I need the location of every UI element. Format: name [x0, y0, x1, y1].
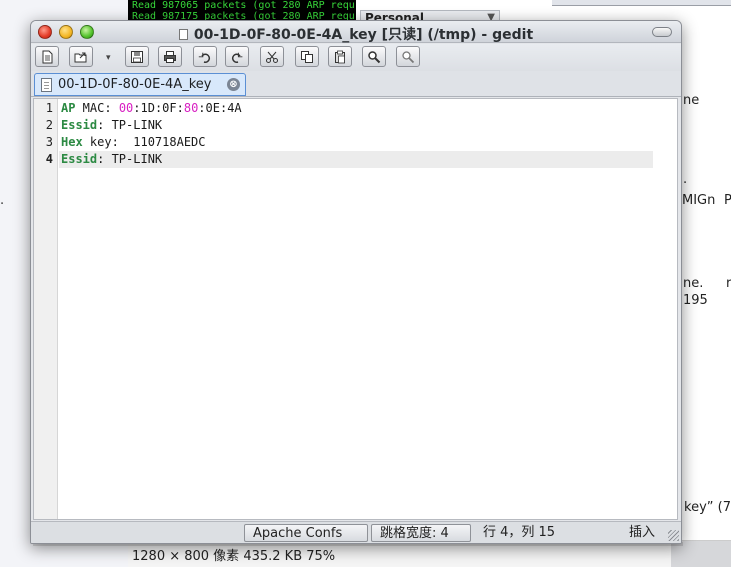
- keyword-token: Essid: [61, 152, 98, 166]
- background-topbar: [552, 0, 731, 6]
- paste-icon: [335, 50, 345, 64]
- language-selector[interactable]: Apache Confs: [244, 524, 368, 542]
- tab-width-selector[interactable]: 跳格宽度: 4: [371, 524, 471, 542]
- keyword-token: Essid: [61, 118, 98, 132]
- replace-button[interactable]: [396, 46, 420, 67]
- keyword-token: Hex: [61, 135, 83, 149]
- code-line[interactable]: AP MAC: 00:1D:0F:80:0E:4A: [59, 100, 677, 117]
- text-token: MAC:: [75, 101, 119, 115]
- code-area[interactable]: AP MAC: 00:1D:0F:80:0E:4A Essid: TP-LINK…: [59, 99, 677, 519]
- code-line[interactable]: Hex key: 110718AEDC: [59, 134, 677, 151]
- chevron-down-icon[interactable]: ▾: [106, 53, 111, 63]
- toolbar-toggle-button[interactable]: [652, 27, 672, 37]
- number-token: 80: [183, 101, 199, 115]
- background-terminal: Read 987065 packets (got 280 ARP requ Re…: [128, 0, 356, 22]
- background-text-fragment: 195: [683, 293, 708, 308]
- text-token: :0E:4A: [198, 101, 242, 115]
- print-icon: [164, 51, 176, 63]
- background-text-fragment: MIGn: [682, 193, 716, 208]
- background-text-fragment: key” (7: [684, 500, 731, 515]
- line-number: 1: [45, 101, 53, 115]
- new-document-button[interactable]: [35, 46, 59, 67]
- text-token: : TP-LINK: [97, 152, 163, 166]
- save-button[interactable]: [125, 46, 149, 67]
- redo-button[interactable]: [225, 46, 249, 67]
- toolbar: ▾: [31, 44, 681, 71]
- keyword-token: AP: [61, 101, 76, 115]
- number-token: 00: [118, 101, 134, 115]
- new-document-icon: [42, 50, 53, 64]
- undo-button[interactable]: [193, 46, 217, 67]
- cursor-position: 行 4，列 15: [483, 525, 556, 540]
- replace-icon: [402, 51, 415, 64]
- open-button[interactable]: [69, 46, 93, 67]
- tab-bar: 00-1D-0F-80-0E-4A_key ⊗: [31, 71, 681, 97]
- terminal-line: Read 987065 packets (got 280 ARP requ: [132, 0, 355, 11]
- cut-button[interactable]: [260, 46, 284, 67]
- open-folder-icon: [74, 52, 87, 63]
- document-icon: [178, 29, 188, 40]
- document-icon: [41, 78, 52, 92]
- background-text-fragment: ne: [683, 93, 700, 108]
- status-bar: Apache Confs 跳格宽度: 4 行 4，列 15 插入: [31, 521, 681, 543]
- tab-document[interactable]: 00-1D-0F-80-0E-4A_key ⊗: [34, 73, 246, 96]
- tab-label: 00-1D-0F-80-0E-4A_key: [58, 77, 212, 92]
- text-editor[interactable]: 1 2 3 4 AP MAC: 00:1D:0F:80:0E:4A Essid:…: [33, 98, 678, 520]
- text-token: :1D:0F:: [133, 101, 184, 115]
- find-icon: [368, 51, 381, 64]
- background-text-fragment: P: [724, 193, 731, 208]
- line-number: 2: [45, 118, 53, 132]
- code-line[interactable]: Essid: TP-LINK: [59, 117, 677, 134]
- undo-icon: [198, 52, 211, 63]
- find-button[interactable]: [362, 46, 386, 67]
- copy-button[interactable]: [295, 46, 319, 67]
- line-number: 3: [45, 135, 53, 149]
- save-icon: [131, 51, 143, 63]
- code-line[interactable]: Essid: TP-LINK: [59, 151, 653, 168]
- copy-icon: [301, 51, 313, 63]
- background-text-fragment: .: [0, 193, 5, 208]
- insert-mode: 插入: [629, 525, 656, 540]
- gedit-window: 00-1D-0F-80-0E-4A_key [只读] (/tmp) - gedi…: [30, 20, 682, 544]
- paste-button[interactable]: [328, 46, 352, 67]
- image-info: 1280 × 800 像素 435.2 KB 75%: [132, 549, 336, 564]
- background-text-fragment: ne.: [683, 276, 704, 291]
- text-token: : TP-LINK: [97, 118, 163, 132]
- resize-grip-icon[interactable]: [668, 530, 679, 541]
- line-number: 4: [45, 152, 53, 166]
- line-number-gutter: 1 2 3 4: [34, 99, 58, 519]
- close-tab-icon[interactable]: ⊗: [227, 78, 240, 91]
- background-text-fragment: .: [683, 172, 688, 187]
- text-token: key: 110718AEDC: [82, 135, 206, 149]
- cut-icon: [266, 51, 278, 63]
- print-button[interactable]: [158, 46, 182, 67]
- redo-icon: [231, 52, 243, 63]
- background-text-fragment: r: [726, 276, 731, 291]
- title-bar[interactable]: 00-1D-0F-80-0E-4A_key [只读] (/tmp) - gedi…: [31, 21, 681, 43]
- window-title: 00-1D-0F-80-0E-4A_key [只读] (/tmp) - gedi…: [193, 27, 534, 43]
